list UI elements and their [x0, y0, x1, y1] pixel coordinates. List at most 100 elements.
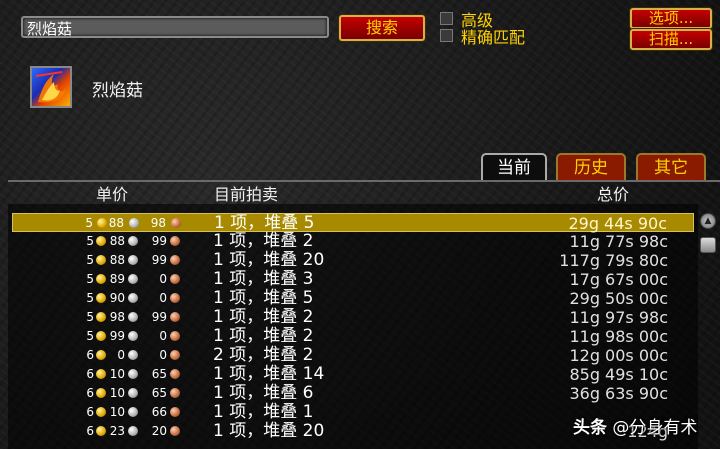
listing-text: 1 项，堆叠 3 — [213, 269, 314, 289]
scroll-thumb[interactable] — [700, 237, 716, 253]
unit-silver: 99 — [109, 329, 125, 343]
copper-coin-icon — [170, 331, 180, 341]
table-row[interactable]: 5 88 98 1 项，堆叠 5 29g 44s 90c — [12, 213, 694, 233]
copper-coin-icon — [170, 255, 180, 265]
gold-coin-icon — [96, 255, 106, 265]
gold-coin-icon — [96, 274, 106, 284]
copper-coin-icon — [171, 218, 181, 228]
gold-coin-icon — [96, 331, 106, 341]
listing-text: 1 项，堆叠 1 — [213, 402, 314, 422]
table-row[interactable]: 5 98 99 1 项，堆叠 2 11g 97s 98c — [12, 307, 694, 328]
tab-other[interactable]: 其它 — [636, 153, 706, 181]
gold-coin-icon — [96, 312, 106, 322]
listing-text: 1 项，堆叠 5 — [213, 288, 314, 308]
copper-coin-icon — [170, 369, 180, 379]
unit-gold: 6 — [86, 424, 94, 438]
scroll-up-icon[interactable]: ▲ — [700, 213, 716, 229]
silver-coin-icon — [128, 426, 138, 436]
table-row[interactable]: 5 89 0 1 项，堆叠 3 17g 67s 00c — [12, 269, 694, 290]
unit-copper: 99 — [151, 310, 167, 324]
unit-copper: 99 — [151, 253, 167, 267]
unit-silver: 89 — [109, 272, 125, 286]
unit-gold: 6 — [86, 405, 94, 419]
unit-gold: 5 — [86, 234, 94, 248]
unit-gold: 5 — [86, 310, 94, 324]
advanced-checkbox[interactable] — [440, 12, 453, 25]
unit-copper: 0 — [159, 329, 167, 343]
unit-gold: 5 — [86, 329, 94, 343]
table-row[interactable]: 6 0 0 2 项，堆叠 2 12g 00s 00c — [12, 345, 694, 366]
unit-copper: 0 — [159, 291, 167, 305]
exact-match-checkbox[interactable] — [440, 29, 453, 42]
total-price: 12g 00s 00c — [569, 346, 668, 365]
search-input[interactable]: 烈焰菇 — [21, 16, 329, 38]
table-row[interactable]: 6 10 65 1 项，堆叠 14 85g 49s 10c — [12, 364, 694, 385]
unit-gold: 5 — [86, 253, 94, 267]
table-row[interactable]: 5 88 99 1 项，堆叠 2 11g 77s 98c — [12, 232, 694, 252]
unit-gold: 5 — [86, 272, 94, 286]
copper-coin-icon — [170, 274, 180, 284]
gold-coin-icon — [96, 426, 106, 436]
copper-coin-icon — [170, 293, 180, 303]
exact-match-label: 精确匹配 — [461, 28, 526, 47]
tab-current[interactable]: 当前 — [481, 153, 547, 181]
column-unit-price[interactable]: 单价 — [96, 181, 128, 205]
gold-coin-icon — [96, 293, 106, 303]
gold-coin-icon — [96, 388, 106, 398]
options-button[interactable]: 选项... — [630, 8, 712, 29]
silver-coin-icon — [128, 331, 138, 341]
search-button[interactable]: 搜索 — [339, 15, 425, 41]
scrollbar[interactable]: ▲ — [698, 210, 718, 449]
unit-copper: 98 — [150, 216, 166, 230]
table-row[interactable]: 5 90 0 1 项，堆叠 5 29g 50s 00c — [12, 288, 694, 309]
unit-silver: 10 — [109, 386, 125, 400]
table-row[interactable]: 5 88 99 1 项，堆叠 20 117g 79s 80c — [12, 251, 694, 271]
silver-coin-icon — [128, 255, 138, 265]
table-row[interactable]: 6 10 65 1 项，堆叠 6 36g 63s 90c — [12, 383, 694, 404]
unit-copper: 65 — [151, 386, 167, 400]
total-price: 85g 49s 10c — [569, 365, 668, 384]
silver-coin-icon — [128, 388, 138, 398]
silver-coin-icon — [129, 218, 139, 228]
total-price: 29g 44s 90c — [568, 214, 667, 233]
gold-coin-icon — [97, 218, 107, 228]
silver-coin-icon — [128, 350, 138, 360]
silver-coin-icon — [128, 274, 138, 284]
unit-silver: 90 — [109, 291, 125, 305]
copper-coin-icon — [170, 236, 180, 246]
total-price: 11g 97s 98c — [569, 308, 668, 327]
tab-history[interactable]: 历史 — [556, 153, 626, 181]
copper-coin-icon — [170, 388, 180, 398]
silver-coin-icon — [128, 236, 138, 246]
copper-coin-icon — [170, 426, 180, 436]
listing-text: 1 项，堆叠 2 — [213, 326, 314, 346]
unit-silver: 88 — [109, 234, 125, 248]
table-row[interactable]: 5 99 0 1 项，堆叠 2 11g 98s 00c — [12, 326, 694, 347]
flame-mushroom-icon[interactable] — [30, 66, 72, 108]
unit-copper: 20 — [151, 424, 167, 438]
listing-text: 2 项，堆叠 2 — [213, 345, 314, 365]
copper-coin-icon — [170, 312, 180, 322]
copper-coin-icon — [170, 350, 180, 360]
listing-text: 1 项，堆叠 6 — [213, 383, 314, 403]
unit-silver: 0 — [117, 348, 125, 362]
gold-coin-icon — [96, 407, 106, 417]
column-total-price[interactable]: 总价 — [597, 181, 629, 205]
watermark-handle: @分身有术 — [612, 418, 698, 438]
total-price: 117g 79s 80c — [559, 251, 668, 270]
unit-gold: 6 — [86, 386, 94, 400]
unit-gold: 5 — [85, 216, 93, 230]
unit-copper: 0 — [159, 348, 167, 362]
item-name: 烈焰菇 — [92, 81, 143, 101]
watermark: 头条 @分身有术 — [573, 413, 697, 438]
silver-coin-icon — [128, 312, 138, 322]
listing-text: 1 项，堆叠 14 — [213, 364, 325, 384]
watermark-brand: 头条 — [573, 418, 607, 438]
column-current-auctions[interactable]: 目前拍卖 — [214, 181, 278, 205]
silver-coin-icon — [128, 369, 138, 379]
unit-gold: 5 — [86, 291, 94, 305]
copper-coin-icon — [170, 407, 180, 417]
listing-text: 1 项，堆叠 2 — [213, 307, 314, 327]
gold-coin-icon — [96, 369, 106, 379]
scan-button[interactable]: 扫描... — [630, 29, 712, 50]
